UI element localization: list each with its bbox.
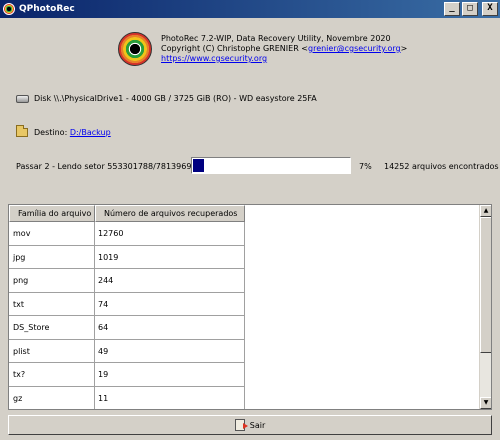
vertical-scrollbar[interactable]: ▲ ▼ — [479, 205, 491, 409]
cell-family: png — [9, 269, 95, 293]
folder-icon — [16, 125, 28, 137]
status-text: Passar 2 - Lendo setor 553301788/7813969… — [16, 162, 207, 171]
table-row[interactable]: gz 11 — [9, 386, 245, 409]
cell-count: 49 — [95, 339, 245, 363]
cell-count: 74 — [95, 292, 245, 316]
quit-label: Sair — [249, 420, 266, 430]
scroll-up-button[interactable]: ▲ — [480, 205, 491, 217]
exit-icon — [234, 419, 248, 431]
destination-label: Destino: — [34, 128, 68, 137]
maximize-button[interactable]: □ — [462, 2, 478, 16]
cell-family: tx? — [9, 363, 95, 387]
column-header-family[interactable]: Família do arquivo — [9, 205, 95, 222]
table-row[interactable]: mov 12760 — [9, 222, 245, 246]
table-row[interactable]: tx? 19 — [9, 363, 245, 387]
cell-count: 11 — [95, 386, 245, 409]
cell-count: 19 — [95, 363, 245, 387]
table-header: Família do arquivo Número de arquivos re… — [9, 205, 245, 222]
scroll-down-button[interactable]: ▼ — [480, 397, 491, 409]
cell-family: DS_Store — [9, 316, 95, 340]
title-bar: QPhotoRec _ □ X — [0, 0, 500, 18]
cell-family: gz — [9, 386, 95, 409]
cell-count: 64 — [95, 316, 245, 340]
copyright-line: Copyright (C) Christophe GRENIER <grenie… — [161, 44, 408, 53]
table-row[interactable]: jpg 1019 — [9, 245, 245, 269]
table-row[interactable]: txt 74 — [9, 292, 245, 316]
table-row[interactable]: DS_Store 64 — [9, 316, 245, 340]
cell-family: txt — [9, 292, 95, 316]
table-row[interactable]: png 244 — [9, 269, 245, 293]
disk-row: Disk \\.\PhysicalDrive1 - 4000 GB / 3725… — [16, 94, 317, 103]
destination-path-link[interactable]: D:/Backup — [70, 128, 111, 137]
hard-disk-icon — [16, 94, 29, 103]
quit-button[interactable]: Sair — [8, 415, 492, 435]
table-row[interactable]: plist 49 — [9, 339, 245, 363]
minimize-button[interactable]: _ — [444, 2, 460, 16]
website-link[interactable]: https://www.cgsecurity.org — [161, 54, 267, 63]
disk-label: Disk \\.\PhysicalDrive1 - 4000 GB / 3725… — [34, 94, 317, 103]
recovered-files-table[interactable]: Família do arquivo Número de arquivos re… — [8, 204, 492, 410]
app-version: PhotoRec 7.2-WIP, Data Recovery Utility,… — [161, 34, 391, 43]
destination-row: Destino: D:/Backup — [16, 125, 111, 137]
table-body: mov 12760 jpg 1019 png 244 txt 74 DS_Store 64 plis… — [9, 222, 245, 409]
cell-count: 244 — [95, 269, 245, 293]
progress-fill — [193, 159, 204, 172]
progress-bar — [191, 157, 351, 174]
app-icon — [3, 3, 15, 15]
files-found: 14252 arquivos encontrados — [384, 162, 499, 171]
photorec-logo-icon — [118, 32, 152, 66]
cell-family: plist — [9, 339, 95, 363]
progress-percent: 7% — [359, 162, 372, 171]
cell-family: mov — [9, 222, 95, 246]
email-link[interactable]: grenier@cgsecurity.org — [308, 44, 401, 53]
cell-count: 1019 — [95, 245, 245, 269]
scroll-thumb[interactable] — [480, 217, 491, 353]
close-button[interactable]: X — [482, 2, 498, 16]
column-header-count[interactable]: Número de arquivos recuperados — [95, 205, 245, 222]
cell-family: jpg — [9, 245, 95, 269]
app-header: PhotoRec 7.2-WIP, Data Recovery Utility,… — [118, 32, 407, 66]
window-title: QPhotoRec — [19, 4, 75, 14]
cell-count: 12760 — [95, 222, 245, 246]
